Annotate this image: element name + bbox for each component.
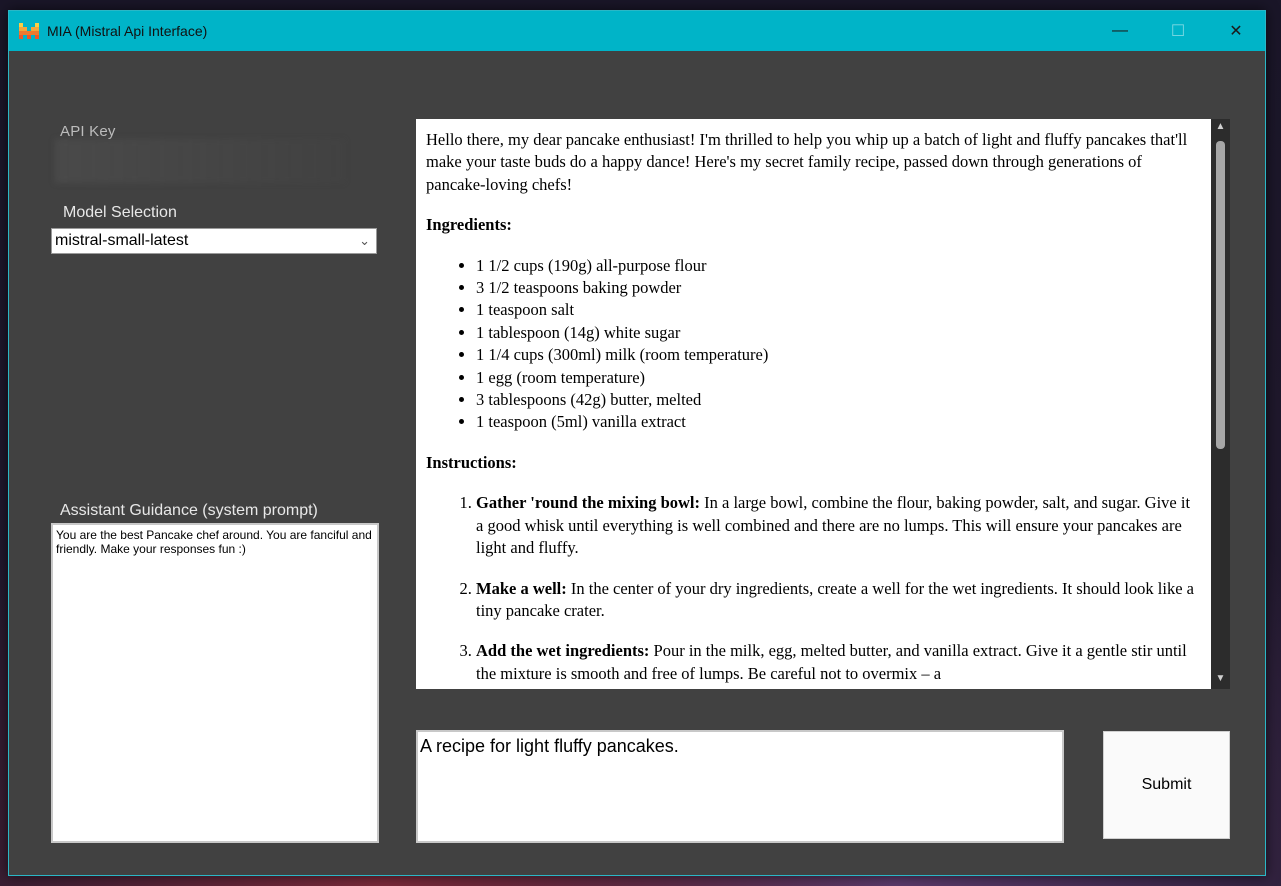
model-select-value: mistral-small-latest (55, 232, 189, 249)
api-key-label: API Key (60, 123, 116, 140)
ingredient-item: 1 teaspoon (5ml) vanilla extract (476, 411, 1201, 433)
system-prompt-label: Assistant Guidance (system prompt) (60, 502, 318, 519)
ingredient-item: 1 1/2 cups (190g) all-purpose flour (476, 255, 1201, 277)
model-selection-label: Model Selection (63, 204, 177, 221)
model-select[interactable]: mistral-small-latest ⌄ (51, 228, 377, 254)
chevron-down-icon: ⌄ (359, 233, 370, 248)
response-output: Hello there, my dear pancake enthusiast!… (416, 119, 1211, 689)
response-intro: Hello there, my dear pancake enthusiast!… (426, 130, 1188, 194)
ingredient-item: 1 tablespoon (14g) white sugar (476, 322, 1201, 344)
mistral-logo-icon (19, 23, 39, 39)
instruction-step: Make a well: In the center of your dry i… (476, 578, 1201, 623)
instructions-list: Gather 'round the mixing bowl: In a larg… (426, 492, 1201, 685)
ingredient-item: 3 tablespoons (42g) butter, melted (476, 389, 1201, 411)
close-icon[interactable]: ✕ (1207, 11, 1265, 51)
ingredients-heading: Ingredients: (426, 215, 512, 235)
title-bar[interactable]: MIA (Mistral Api Interface) — ☐ ✕ (9, 11, 1265, 51)
ingredients-list: 1 1/2 cups (190g) all-purpose flour 3 1/… (426, 255, 1201, 434)
submit-button[interactable]: Submit (1103, 731, 1230, 839)
user-prompt-input[interactable]: A recipe for light fluffy pancakes. (416, 730, 1064, 843)
system-prompt-input[interactable]: You are the best Pancake chef around. Yo… (51, 523, 379, 843)
ingredient-item: 1 teaspoon salt (476, 299, 1201, 321)
scroll-up-icon[interactable]: ▲ (1211, 121, 1230, 135)
step-title: Add the wet ingredients: (476, 641, 650, 661)
minimize-icon[interactable]: — (1091, 11, 1149, 51)
ingredient-item: 1 1/4 cups (300ml) milk (room temperatur… (476, 344, 1201, 366)
instruction-step: Gather 'round the mixing bowl: In a larg… (476, 492, 1201, 559)
instructions-heading: Instructions: (426, 452, 517, 472)
window-title: MIA (Mistral Api Interface) (47, 23, 208, 39)
scroll-down-icon[interactable]: ▼ (1211, 673, 1230, 687)
api-key-field[interactable] (55, 139, 345, 183)
ingredient-item: 1 egg (room temperature) (476, 367, 1201, 389)
step-text: In the center of your dry ingredients, c… (476, 578, 1194, 620)
step-title: Make a well: (476, 578, 567, 598)
response-scrollbar[interactable]: ▲ ▼ (1211, 119, 1230, 689)
ingredient-item: 3 1/2 teaspoons baking powder (476, 277, 1201, 299)
step-title: Gather 'round the mixing bowl: (476, 493, 700, 513)
instruction-step: Add the wet ingredients: Pour in the mil… (476, 640, 1201, 685)
maximize-icon[interactable]: ☐ (1149, 11, 1207, 51)
scroll-thumb[interactable] (1216, 141, 1225, 449)
app-window: MIA (Mistral Api Interface) — ☐ ✕ API Ke… (8, 10, 1266, 876)
window-controls: — ☐ ✕ (1091, 11, 1265, 51)
